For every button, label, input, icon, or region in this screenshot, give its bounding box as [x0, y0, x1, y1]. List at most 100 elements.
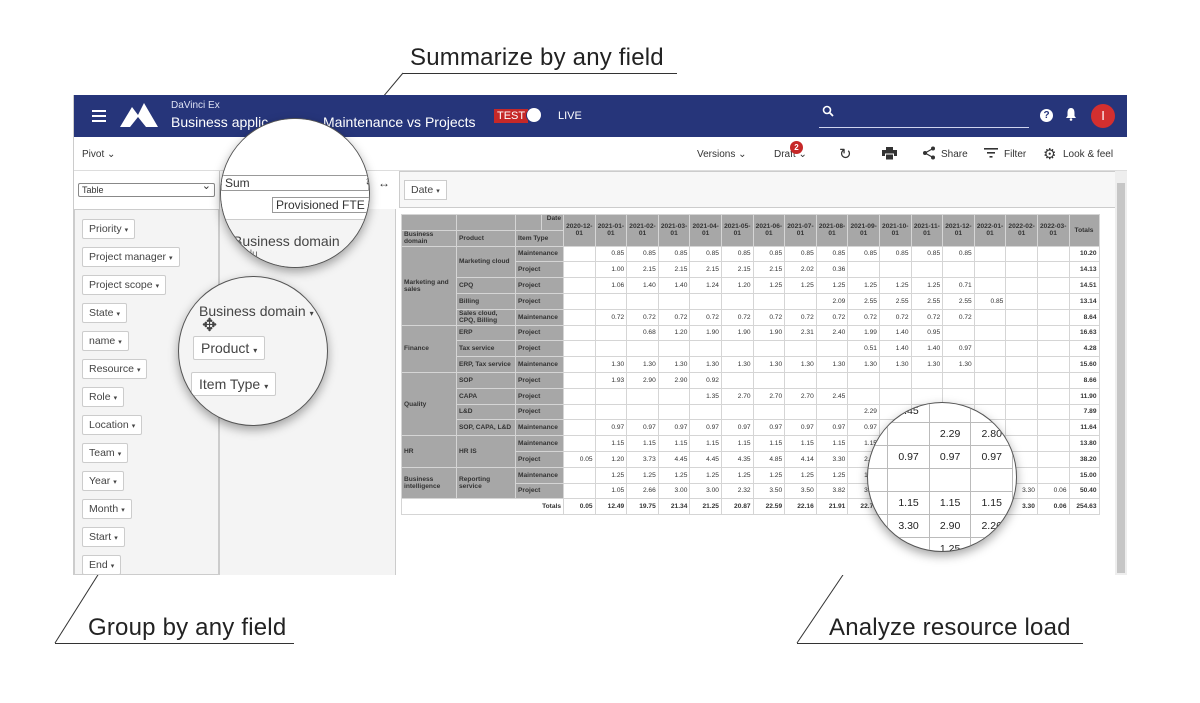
magnified-cell [868, 445, 889, 469]
logo-icon [120, 103, 158, 127]
value-cell: 1.15 [689, 435, 722, 452]
field-chip[interactable]: State ▾ [82, 303, 128, 323]
value-cell: 1.25 [626, 466, 659, 484]
view-select[interactable]: Table [78, 180, 215, 197]
value-cell: 1.20 [720, 277, 754, 294]
value-cell: 1.40 [878, 340, 912, 358]
grand-total-cell: 254.63 [1068, 498, 1100, 516]
field-chip[interactable]: Role ▾ [82, 387, 125, 407]
value-cell: 0.71 [942, 277, 975, 294]
value-cell [973, 356, 1007, 373]
value-cell [815, 340, 849, 358]
field-chip[interactable]: Priority ▾ [82, 219, 136, 239]
aggregation-select[interactable]: Sum [221, 175, 369, 191]
filter-button[interactable]: Filter [1004, 149, 1026, 160]
column-total-cell: 21.91 [815, 498, 849, 516]
value-cell: 1.40 [878, 324, 912, 342]
value-cell [1036, 450, 1070, 468]
search-input[interactable] [819, 127, 1029, 128]
share-icon[interactable] [922, 146, 936, 160]
value-cell [563, 356, 596, 373]
avatar[interactable]: I [1091, 104, 1115, 128]
value-cell: 3.50 [752, 482, 786, 500]
field-chip[interactable]: Start ▾ [82, 527, 125, 547]
value-cell: 1.90 [720, 324, 754, 342]
field-chip[interactable]: Team ▾ [82, 443, 129, 463]
bell-icon[interactable] [1065, 107, 1077, 121]
test-badge[interactable]: TEST [494, 109, 529, 123]
value-cell: 1.30 [910, 356, 944, 373]
value-cell: 1.40 [910, 340, 944, 358]
help-icon[interactable]: ? [1040, 109, 1053, 122]
column-total-cell: 20.87 [720, 498, 754, 516]
chevron-down-icon: ▾ [169, 255, 173, 262]
value-cell: 1.99 [847, 324, 880, 342]
field-chip[interactable]: name ▾ [82, 331, 129, 351]
refresh-icon[interactable]: ↻ [839, 145, 852, 163]
value-cell: 1.30 [847, 356, 880, 373]
field-chip[interactable]: End ▾ [82, 555, 122, 575]
item-type-cell: Project [515, 340, 564, 358]
value-cell: 0.85 [594, 245, 628, 263]
magnified-cell: 0.97 [928, 445, 972, 469]
value-cell: 1.90 [689, 324, 722, 342]
value-cell: 1.40 [626, 277, 659, 294]
totals-header: Totals [1068, 214, 1100, 247]
value-cell: 0.85 [720, 245, 754, 263]
field-chip[interactable]: Location ▾ [82, 415, 143, 435]
gear-icon[interactable]: ⚙ [1043, 145, 1056, 163]
value-cell [563, 324, 596, 342]
header-corner [515, 214, 542, 231]
date-field-chip[interactable]: Date ▾ [404, 180, 447, 200]
value-cell: 0.85 [752, 245, 786, 263]
item-type-chip[interactable]: Item Type ▾ [191, 372, 277, 396]
versions-menu[interactable]: Versions ⌄ [697, 149, 747, 160]
magnified-cell [928, 468, 972, 492]
column-total-cell: 12.49 [594, 498, 628, 516]
value-cell [689, 340, 722, 358]
measure-select[interactable]: Provisioned FTE [272, 197, 369, 213]
value-cell: 1.40 [657, 277, 691, 294]
share-button[interactable]: Share [941, 149, 968, 160]
field-chip[interactable]: Resource ▾ [82, 359, 148, 379]
pivot-menu[interactable]: Pivot ⌄ [82, 149, 115, 160]
row-total-cell: 13.80 [1068, 435, 1100, 452]
product-chip[interactable]: Product ▾ [193, 336, 266, 360]
business-domain-chip-partial[interactable]: Business domain [233, 233, 340, 249]
live-label[interactable]: LIVE [558, 110, 582, 122]
value-cell: 2.45 [815, 387, 849, 405]
expand-arrows-icon[interactable]: ↔ [378, 176, 390, 190]
hamburger-icon[interactable] [92, 110, 106, 122]
value-cell: 0.85 [657, 245, 691, 263]
row-total-cell: 8.64 [1068, 308, 1100, 326]
table-row: Sales cloud, CPQ, Billing Maintenance 0.72… [402, 308, 1100, 326]
filter-icon[interactable] [984, 148, 998, 158]
column-total-cell: 0.06 [1036, 498, 1070, 516]
value-cell: 1.20 [594, 450, 628, 468]
scrollbar-thumb[interactable] [1117, 183, 1125, 573]
value-cell [1005, 324, 1038, 342]
field-chip[interactable]: Project manager ▾ [82, 247, 180, 267]
value-cell: 1.30 [752, 356, 786, 373]
value-cell: 1.30 [689, 356, 722, 373]
callout-summarize-underline [403, 73, 677, 74]
field-chip[interactable]: Year ▾ [82, 471, 124, 491]
magnified-row: 1.15 1.15 1.15 [868, 491, 1013, 515]
product-chip-partial[interactable]: Produ [231, 249, 258, 260]
chevron-down-icon: ▾ [264, 382, 269, 391]
column-fields-dropzone[interactable]: Date ▾ [399, 171, 1116, 208]
value-cell [1036, 356, 1070, 373]
look-and-feel-button[interactable]: Look & feel [1063, 149, 1113, 160]
search-icon[interactable] [822, 105, 834, 117]
value-cell [878, 387, 912, 405]
value-cell [563, 292, 596, 310]
magnified-cell [970, 537, 1013, 551]
value-cell: 1.25 [910, 277, 944, 294]
print-icon[interactable] [882, 147, 897, 160]
value-cell [1036, 403, 1070, 421]
env-toggle-knob[interactable] [527, 108, 541, 122]
field-chip[interactable]: Project scope ▾ [82, 275, 167, 295]
column-total-cell: 21.34 [657, 498, 691, 516]
app-name: DaVinci Ex [171, 100, 220, 111]
field-chip[interactable]: Month ▾ [82, 499, 132, 519]
